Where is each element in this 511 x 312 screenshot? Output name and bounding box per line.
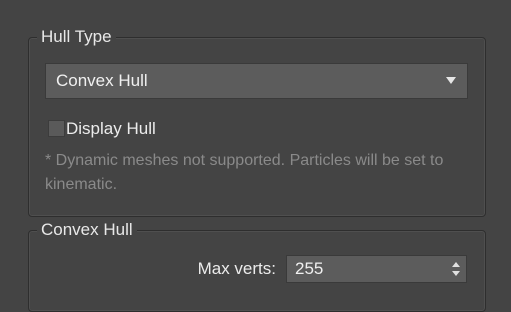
chevron-down-icon	[446, 77, 456, 84]
hull-type-group-title: Hull Type	[37, 27, 116, 47]
convex-hull-group-title: Convex Hull	[37, 220, 137, 240]
max-verts-label: Max verts:	[197, 259, 276, 278]
display-hull-checkbox[interactable]	[48, 120, 65, 137]
spinner-up-arrow-icon[interactable]	[452, 262, 460, 267]
physics-rollout-panel: Hull Type Convex Hull Display Hull * Dyn…	[0, 0, 511, 312]
max-verts-spinner[interactable]: 255	[286, 255, 467, 283]
hull-type-dropdown-value: Convex Hull	[56, 71, 148, 90]
max-verts-value[interactable]: 255	[295, 259, 323, 279]
dynamic-mesh-note: * Dynamic meshes not supported. Particle…	[45, 152, 444, 193]
hull-type-dropdown[interactable]: Convex Hull	[45, 63, 468, 99]
display-hull-label: Display Hull	[66, 119, 156, 138]
spinner-down-arrow-icon[interactable]	[452, 271, 460, 276]
spinner-arrows-icon[interactable]	[452, 262, 460, 276]
